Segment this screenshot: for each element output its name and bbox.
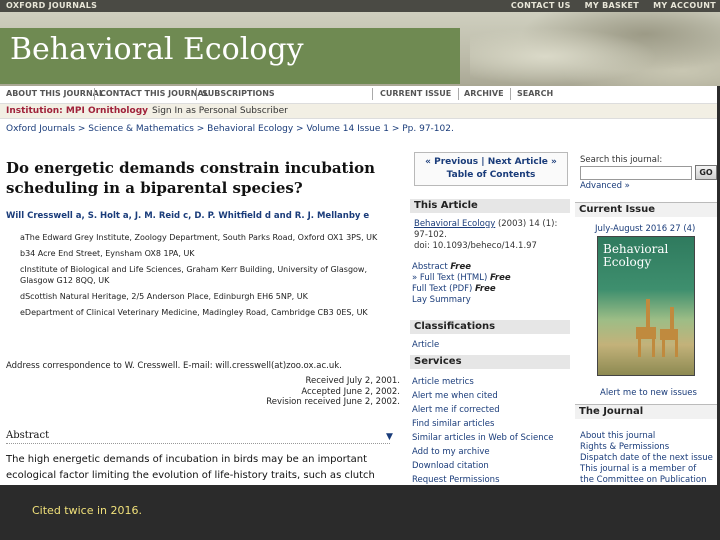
article-title: Do energetic demands constrain incubatio… xyxy=(6,159,376,197)
article-doi: doi: 10.1093/beheco/14.1.97 xyxy=(414,241,537,251)
request-permissions-link[interactable]: Request Permissions xyxy=(412,473,554,485)
top-links: CONTACT US MY BASKET MY ACCOUNT xyxy=(511,1,716,10)
search-input[interactable] xyxy=(580,166,692,180)
nav-search[interactable]: SEARCH xyxy=(517,89,553,98)
article-metrics-link[interactable]: Article metrics xyxy=(412,375,554,389)
journal-title[interactable]: Behavioral Ecology xyxy=(10,32,304,67)
classification-article-link[interactable]: Article xyxy=(412,340,439,351)
giraffe-leg xyxy=(638,337,641,357)
services-heading: Services xyxy=(410,355,570,369)
oxford-journals-link[interactable]: OXFORD JOURNALS xyxy=(6,1,97,10)
this-article-heading: This Article xyxy=(410,199,570,213)
abstract-link[interactable]: Abstract Free xyxy=(412,262,511,273)
web-of-science-link[interactable]: Similar articles in Web of Science xyxy=(412,431,554,445)
nav-about[interactable]: ABOUT THIS JOURNAL xyxy=(6,89,104,98)
abstract-text: The high energetic demands of incubation… xyxy=(6,454,375,481)
institution-bar: Institution: MPI Ornithology Sign In as … xyxy=(0,103,720,119)
table-of-contents-link[interactable]: Table of Contents xyxy=(415,169,567,182)
abstract-heading: Abstract xyxy=(6,430,50,441)
the-journal-heading: The Journal xyxy=(575,404,720,419)
affiliations: aThe Edward Grey Institute, Zoology Depa… xyxy=(20,232,380,323)
giraffe-neck xyxy=(646,299,650,329)
nav-divider xyxy=(372,88,373,100)
go-button[interactable]: GO xyxy=(695,165,717,180)
giraffe-leg xyxy=(675,338,678,357)
my-account-link[interactable]: MY ACCOUNT xyxy=(653,1,716,10)
alert-cited-link[interactable]: Alert me when cited xyxy=(412,389,554,403)
nav-contact[interactable]: CONTACT THIS JOURNAL xyxy=(100,89,209,98)
giraffe-neck xyxy=(670,307,674,331)
member-of-text[interactable]: This journal is a member of xyxy=(580,464,713,475)
current-issue-heading: Current Issue xyxy=(575,202,720,217)
similar-articles-link[interactable]: Find similar articles xyxy=(412,417,554,431)
article-links: Abstract Free » Full Text (HTML) Free Fu… xyxy=(412,262,511,306)
journal-cover-image[interactable]: Behavioral Ecology xyxy=(597,236,695,376)
nav-subscriptions[interactable]: SUBSCRIPTIONS xyxy=(202,89,275,98)
advanced-search-link[interactable]: Advanced » xyxy=(580,181,630,191)
dispatch-date-link[interactable]: Dispatch date of the next issue xyxy=(580,453,713,464)
cope-link[interactable]: the Committee on Publication xyxy=(580,475,713,485)
article-navigation: « Previous | Next Article » Table of Con… xyxy=(414,152,568,186)
lay-summary-link[interactable]: Lay Summary xyxy=(412,295,511,306)
affiliation-item: b34 Acre End Street, Eynsham OX8 1PA, UK xyxy=(20,249,195,258)
search-label: Search this journal: xyxy=(580,155,663,165)
current-issue-date-link[interactable]: July-August 2016 27 (4) xyxy=(595,224,695,234)
prev-next-links[interactable]: « Previous | Next Article » xyxy=(415,156,567,169)
giraffe-leg xyxy=(662,338,665,357)
download-citation-link[interactable]: Download citation xyxy=(412,459,554,473)
slide-caption: Cited twice in 2016. xyxy=(32,504,142,517)
journal-nav: ABOUT THIS JOURNAL CONTACT THIS JOURNAL … xyxy=(0,88,720,100)
full-text-html-link[interactable]: » Full Text (HTML) Free xyxy=(412,273,511,284)
banner-map-image xyxy=(470,12,720,86)
nav-archive[interactable]: ARCHIVE xyxy=(464,89,504,98)
top-bar: OXFORD JOURNALS CONTACT US MY BASKET MY … xyxy=(0,0,720,12)
breadcrumb[interactable]: Oxford Journals > Science & Mathematics … xyxy=(6,124,454,134)
nav-divider xyxy=(94,88,95,100)
citation-journal-link[interactable]: Behavioral Ecology xyxy=(414,219,495,229)
classifications-heading: Classifications xyxy=(410,320,570,334)
contact-us-link[interactable]: CONTACT US xyxy=(511,1,571,10)
article-dates: Received July 2, 2001. Accepted June 2, … xyxy=(230,376,400,408)
journal-banner: Behavioral Ecology xyxy=(0,12,720,86)
alert-new-issues-link[interactable]: Alert me to new issues xyxy=(600,388,697,398)
giraffe-leg xyxy=(652,337,655,357)
affiliation-item: eDepartment of Clinical Veterinary Medic… xyxy=(20,308,368,317)
institution-label: Institution: MPI Ornithology xyxy=(6,106,149,116)
article-citation: Behavioral Ecology (2003) 14 (1): 97-102… xyxy=(414,219,564,252)
services-links: Article metrics Alert me when cited Aler… xyxy=(412,375,554,485)
rights-permissions-link[interactable]: Rights & Permissions xyxy=(580,442,713,453)
browser-page: OXFORD JOURNALS CONTACT US MY BASKET MY … xyxy=(0,0,720,485)
article-authors[interactable]: Will Cresswell a, S. Holt a, J. M. Reid … xyxy=(6,211,369,221)
cover-title: Behavioral Ecology xyxy=(603,242,669,269)
correspondence: Address correspondence to W. Cresswell. … xyxy=(6,361,342,371)
add-to-archive-link[interactable]: Add to my archive xyxy=(412,445,554,459)
nav-divider xyxy=(510,88,511,100)
abstract-divider xyxy=(6,443,390,444)
my-basket-link[interactable]: MY BASKET xyxy=(585,1,639,10)
affiliation-item: dScottish Natural Heritage, 2/5 Anderson… xyxy=(20,292,308,301)
nav-divider xyxy=(196,88,197,100)
affiliation-item: cInstitute of Biological and Life Scienc… xyxy=(20,265,368,285)
nav-divider xyxy=(458,88,459,100)
classification-list: Article xyxy=(412,340,439,351)
received-date: Received July 2, 2001. xyxy=(305,376,400,386)
about-journal-link[interactable]: About this journal xyxy=(580,431,713,442)
nav-current-issue[interactable]: CURRENT ISSUE xyxy=(380,89,451,98)
alert-corrected-link[interactable]: Alert me if corrected xyxy=(412,403,554,417)
accepted-date: Accepted June 2, 2002. xyxy=(301,386,400,397)
affiliation-item: aThe Edward Grey Institute, Zoology Depa… xyxy=(20,233,378,242)
journal-links: About this journal Rights & Permissions … xyxy=(580,431,713,485)
down-arrow-icon[interactable]: ▼ xyxy=(386,432,393,442)
full-text-pdf-link[interactable]: Full Text (PDF) Free xyxy=(412,284,511,295)
revision-date: Revision received June 2, 2002. xyxy=(266,397,400,407)
sign-in-link[interactable]: Sign In as Personal Subscriber xyxy=(152,106,288,116)
